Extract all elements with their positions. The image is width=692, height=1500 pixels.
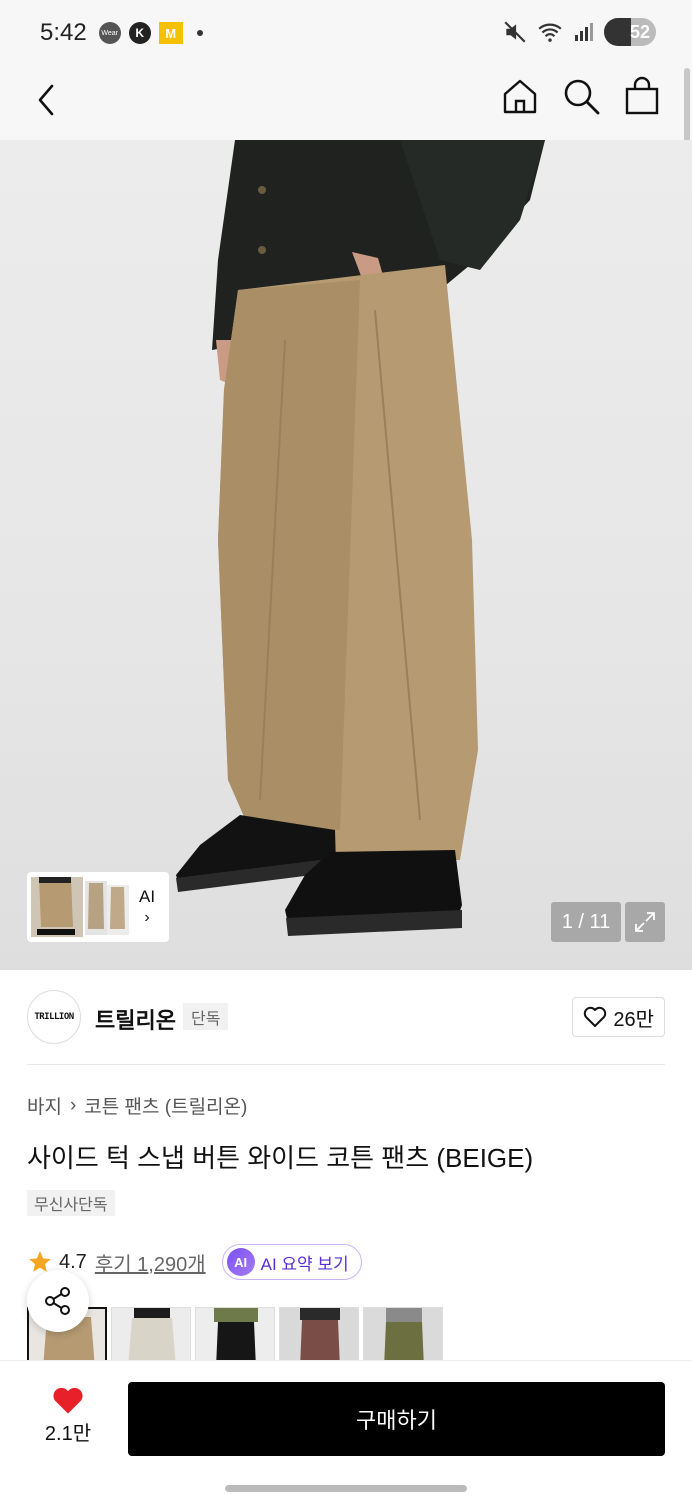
breadcrumb-separator-icon: › — [69, 1094, 77, 1116]
home-button[interactable] — [500, 76, 540, 116]
breadcrumb-subcategory[interactable]: 코튼 팬츠 (트릴리온) — [84, 1092, 247, 1119]
battery-level-text: 52 — [629, 21, 650, 42]
wifi-icon — [538, 23, 562, 42]
back-button[interactable] — [30, 80, 66, 120]
expand-image-button[interactable] — [625, 902, 665, 942]
chevron-right-icon: › — [144, 909, 150, 926]
rating-row: 4.7 후기 1,290개 AI AI 요약 보기 — [27, 1244, 362, 1280]
share-button[interactable] — [27, 1270, 89, 1332]
search-button[interactable] — [561, 76, 601, 116]
app-header — [0, 66, 692, 140]
expand-icon — [635, 912, 655, 932]
ai-label: AI — [139, 887, 156, 906]
m-app-icon: M — [158, 22, 183, 44]
variant-brown-image — [280, 1308, 358, 1361]
shopping-bag-button[interactable] — [622, 76, 662, 116]
k-app-icon: K — [128, 22, 151, 44]
mute-icon — [504, 21, 526, 43]
battery-fill — [604, 18, 632, 46]
breadcrumb: 바지 › 코튼 팬츠 (트릴리온) — [27, 1092, 247, 1119]
share-icon — [45, 1287, 70, 1315]
brand-exclusive-tag: 단독 — [183, 1003, 229, 1030]
heart-outline-icon — [584, 1006, 607, 1027]
brand-name[interactable]: 트릴리온 — [95, 1003, 176, 1035]
buy-button[interactable]: 구매하기 — [128, 1382, 665, 1456]
product-title: 사이드 턱 스냅 버튼 와이드 코튼 팬츠 (BEIGE) — [27, 1143, 534, 1173]
heart-filled-icon — [53, 1387, 83, 1414]
variant-thumbnail-brown[interactable] — [279, 1307, 359, 1361]
brand-like-button[interactable]: 26만 — [572, 997, 665, 1037]
brand-like-count: 26만 — [613, 1008, 654, 1031]
variant-thumbnail-cream[interactable] — [111, 1307, 191, 1361]
brand-row: TRILLION 트릴리온 단독 26만 — [27, 990, 665, 1044]
variant-black-image — [196, 1308, 274, 1361]
status-system-icons: 52 — [502, 18, 656, 46]
ai-lookbook-label: AI › — [139, 887, 155, 927]
status-notification-icons: Wear K M — [98, 22, 203, 44]
color-variant-list — [27, 1307, 443, 1361]
search-icon — [564, 79, 600, 115]
wishlist-button[interactable]: 2.1만 — [38, 1385, 98, 1446]
signal-icon — [575, 23, 593, 41]
review-count-link[interactable]: 후기 1,290개 — [95, 1248, 206, 1277]
ai-summary-button[interactable]: AI AI 요약 보기 — [221, 1244, 362, 1280]
wear-app-icon: Wear — [98, 22, 121, 44]
more-notifications-dot-icon — [196, 30, 203, 36]
ai-summary-label: AI 요약 보기 — [260, 1254, 349, 1274]
variant-thumbnail-khaki[interactable] — [363, 1307, 443, 1361]
variant-thumbnail-black[interactable] — [195, 1307, 275, 1361]
section-divider — [27, 1064, 665, 1065]
lookbook-thumbnail-image — [31, 877, 129, 937]
variant-cream-image — [112, 1308, 190, 1361]
variant-khaki-image — [364, 1308, 442, 1361]
battery-indicator: 52 — [604, 18, 656, 46]
shopping-bag-icon — [625, 76, 659, 115]
ai-lookbook-thumbnail[interactable]: AI › — [27, 872, 169, 942]
brand-logo[interactable]: TRILLION — [27, 990, 81, 1044]
product-image-gallery[interactable]: AI › 1 / 11 — [0, 140, 692, 970]
status-bar: 5:42 Wear K M 52 — [0, 0, 692, 66]
ai-badge-icon: AI — [226, 1248, 255, 1276]
image-counter: 1 / 11 — [551, 902, 621, 942]
product-photo — [176, 140, 545, 936]
home-indicator[interactable] — [225, 1485, 467, 1492]
home-icon — [503, 79, 537, 114]
wishlist-count: 2.1만 — [44, 1423, 92, 1445]
status-time: 5:42 — [40, 19, 87, 46]
bottom-action-bar: 2.1만 구매하기 — [0, 1360, 692, 1500]
scrollbar-thumb[interactable] — [684, 68, 690, 144]
breadcrumb-category[interactable]: 바지 — [27, 1092, 62, 1119]
back-arrow-icon — [38, 84, 54, 116]
exclusive-badge: 무신사단독 — [27, 1190, 115, 1216]
